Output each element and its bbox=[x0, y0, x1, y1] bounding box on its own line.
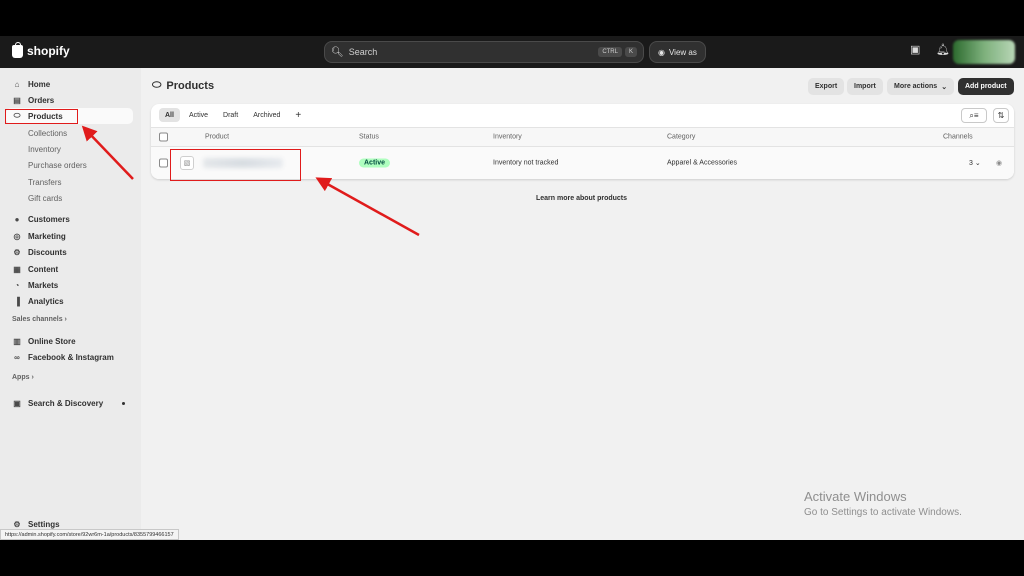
arrow-to-product-name bbox=[315, 177, 420, 237]
app-window: shopify 🔍︎ Search CTRL K ◉ View as ▣ 🔔︎ … bbox=[0, 36, 1024, 540]
arrow-to-products bbox=[81, 125, 134, 180]
status-url: https://admin.shopify.com/store/92wr6m-1… bbox=[0, 529, 179, 540]
annotation-arrows bbox=[81, 125, 420, 237]
